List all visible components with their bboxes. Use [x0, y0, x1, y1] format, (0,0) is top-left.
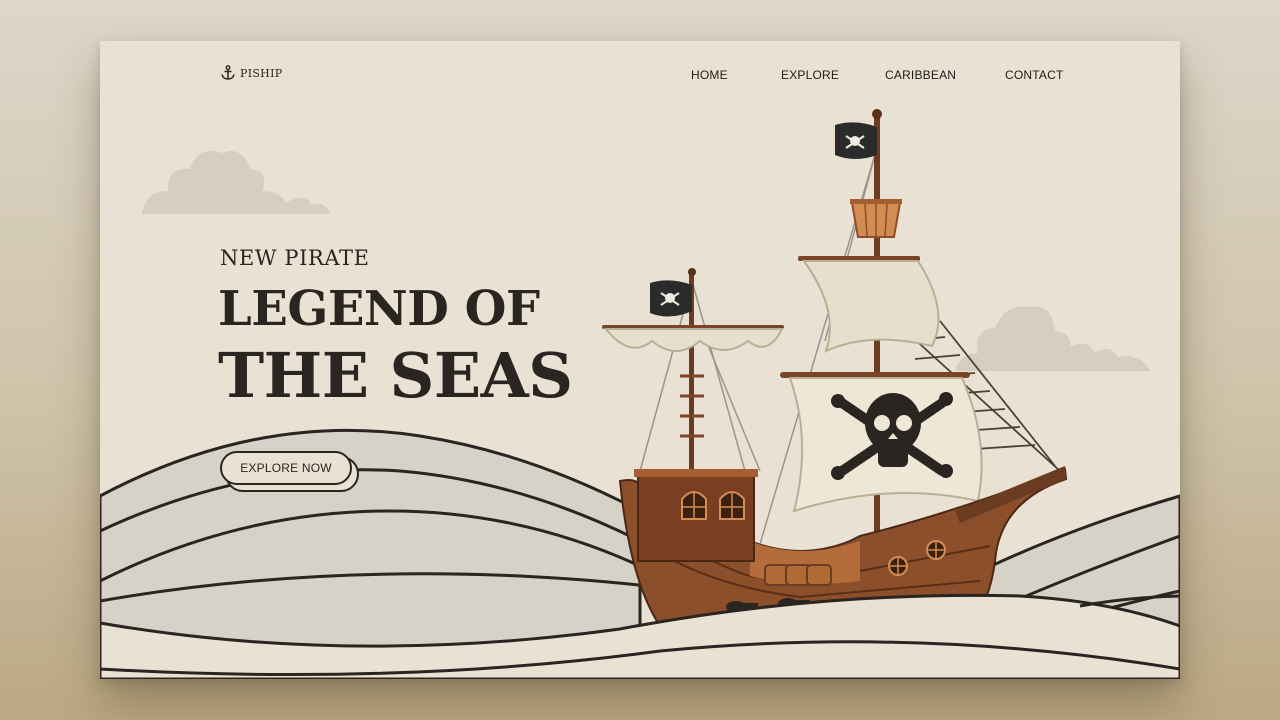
- nav-explore[interactable]: EXPLORE: [781, 68, 839, 82]
- explore-now-button[interactable]: EXPLORE NOW: [220, 451, 352, 485]
- explore-now-cta: EXPLORE NOW: [220, 451, 359, 492]
- nav-caribbean[interactable]: CARIBBEAN: [885, 68, 956, 82]
- hero-title-line1: LEGEND OF: [218, 281, 540, 337]
- landing-card: PISHIP HOME EXPLORE CARIBBEAN CONTACT NE…: [100, 41, 1180, 679]
- hero-kicker: NEW PIRATE: [220, 246, 370, 270]
- cloud-right: [955, 306, 1150, 371]
- hero-title-line2: THE SEAS: [218, 339, 573, 412]
- nav-home[interactable]: HOME: [691, 68, 728, 82]
- cloud-left: [142, 151, 330, 214]
- nav-contact[interactable]: CONTACT: [1005, 68, 1064, 82]
- main-nav: HOME EXPLORE CARIBBEAN CONTACT: [100, 68, 1180, 84]
